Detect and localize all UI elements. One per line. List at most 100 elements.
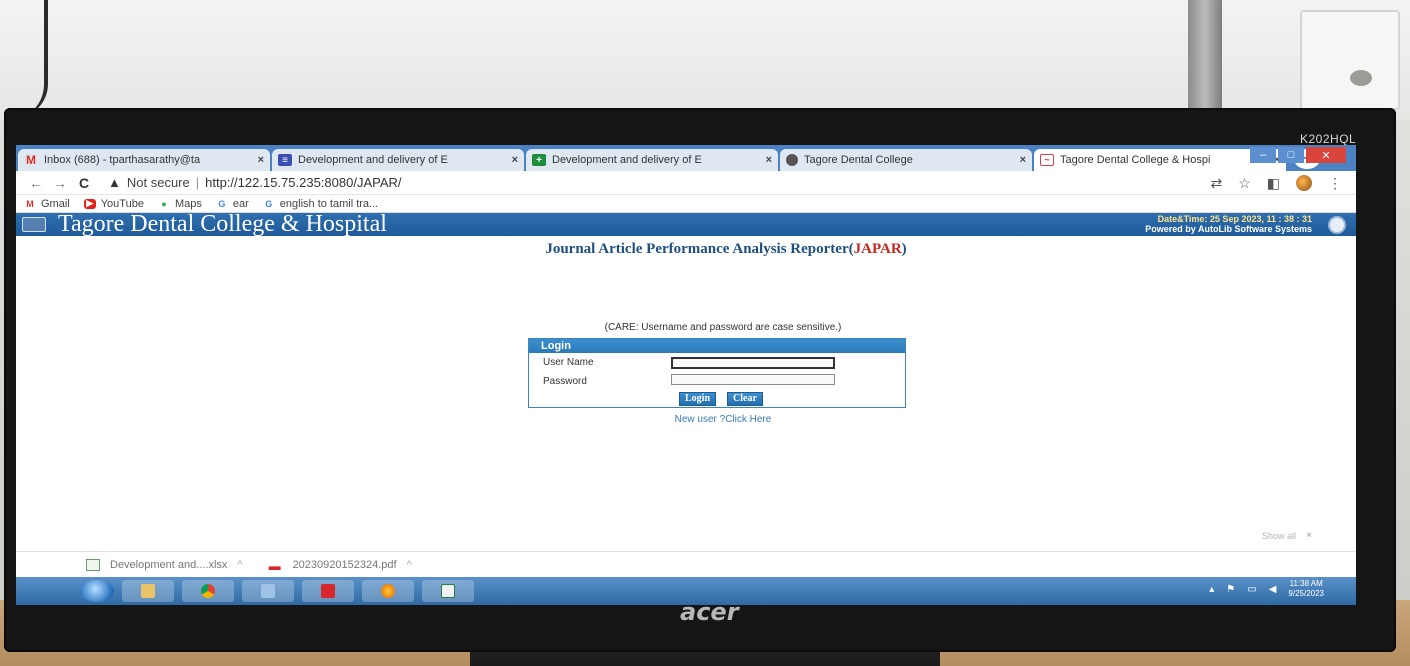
folder-icon xyxy=(141,584,155,598)
download-filename: Development and....xlsx xyxy=(110,558,228,571)
app-title-suffix: ) xyxy=(901,241,907,257)
address-bar[interactable]: http://122.15.75.235:8080/JAPAR/ xyxy=(205,175,401,190)
site-header: Tagore Dental College & Hospital Date&Ti… xyxy=(16,211,1356,237)
browser-toolbar: ← → C ▲ Not secure | http://122.15.75.23… xyxy=(16,171,1356,195)
tab-label: Tagore Dental College & Hospi xyxy=(1060,154,1211,166)
youtube-icon: ▶ xyxy=(83,198,96,209)
taskbar-app[interactable] xyxy=(242,580,294,602)
login-form: Login User Name Password Login Clear xyxy=(528,338,906,408)
volume-icon[interactable]: ◀ xyxy=(1269,584,1277,595)
tab-gmail[interactable]: M Inbox (688) - tparthasarathy@ta × xyxy=(18,149,270,171)
flag-icon[interactable]: ⚑ xyxy=(1226,584,1235,595)
chevron-up-icon[interactable]: ^ xyxy=(407,559,412,571)
profile-avatar[interactable] xyxy=(1296,175,1312,191)
taskbar-firefox[interactable] xyxy=(362,580,414,602)
start-button[interactable] xyxy=(80,580,114,602)
download-item-xlsx[interactable]: Development and....xlsx ^ xyxy=(86,558,243,571)
bookmark-label: Gmail xyxy=(41,197,70,210)
taskbar-excel[interactable] xyxy=(422,580,474,602)
close-window-button[interactable]: ✕ xyxy=(1306,147,1346,163)
sheets-icon: + xyxy=(532,154,546,166)
bookmark-label: ear xyxy=(232,197,249,210)
autolib-logo-icon xyxy=(1328,216,1346,234)
security-label[interactable]: Not secure xyxy=(127,175,190,190)
minimize-button[interactable]: – xyxy=(1250,147,1276,163)
maps-icon: ● xyxy=(161,198,167,209)
bookmark-label: Maps xyxy=(174,197,202,210)
bookmark-youtube[interactable]: ▶ YouTube xyxy=(83,198,144,210)
app-title: Journal Article Performance Analysis Rep… xyxy=(16,241,1356,258)
download-bar: Development and....xlsx ^ ▬ 202309201523… xyxy=(16,551,1356,577)
chevron-up-icon[interactable]: ^ xyxy=(237,559,242,571)
app-icon xyxy=(261,584,275,598)
gmail-icon: M xyxy=(26,153,36,167)
warning-icon[interactable]: ▲ xyxy=(108,175,121,190)
forward-button[interactable]: → xyxy=(48,175,72,191)
password-input[interactable] xyxy=(671,374,835,385)
site-title: Tagore Dental College & Hospital xyxy=(58,211,387,237)
menu-icon[interactable]: ⋮ xyxy=(1328,175,1342,192)
chrome-icon xyxy=(201,584,215,598)
tab-label: Development and delivery of E xyxy=(298,154,448,166)
bookmark-star-icon[interactable]: ☆ xyxy=(1238,175,1251,192)
clock-time: 11:38 AM xyxy=(1289,579,1323,588)
bookmark-gmail[interactable]: M Gmail xyxy=(24,197,70,210)
excel-icon xyxy=(441,584,455,598)
taskbar-chrome[interactable] xyxy=(182,580,234,602)
close-downloads-icon[interactable]: × xyxy=(1306,530,1312,541)
datetime-label: Date&Time: 25 Sep 2023, 11 : 38 : 31 xyxy=(1157,214,1312,224)
username-input[interactable] xyxy=(671,357,835,369)
side-panel-icon[interactable]: ◧ xyxy=(1267,175,1280,192)
translate-icon[interactable]: ⇄ xyxy=(1210,175,1222,192)
system-tray: ▴ ⚑ ▭ ◀ 11:38 AM 9/25/2023 xyxy=(1209,579,1324,599)
globe-icon xyxy=(786,154,798,166)
login-button[interactable]: Login xyxy=(679,392,717,406)
tray-expand-icon[interactable]: ▴ xyxy=(1209,584,1214,595)
tab-close-icon[interactable]: × xyxy=(1020,154,1026,166)
windows-taskbar: ▴ ⚑ ▭ ◀ 11:38 AM 9/25/2023 xyxy=(16,577,1356,605)
tab-label: Tagore Dental College xyxy=(804,154,913,166)
google-icon: G xyxy=(265,198,273,209)
app-title-abbr: JAPAR xyxy=(853,241,902,257)
download-item-pdf[interactable]: ▬ 20230920152324.pdf ^ xyxy=(269,558,412,573)
show-all-downloads-link[interactable]: Show all xyxy=(1262,531,1296,541)
tab-tagore-hospital-active[interactable]: ~ Tagore Dental College & Hospi × xyxy=(1034,149,1286,171)
taskbar-explorer[interactable] xyxy=(122,580,174,602)
tab-bar: M Inbox (688) - tparthasarathy@ta × ≡ De… xyxy=(16,145,1356,171)
powered-by-label: Powered by AutoLib Software Systems xyxy=(1145,224,1312,234)
wall-socket xyxy=(1300,10,1400,110)
bookmark-label: english to tamil tra... xyxy=(279,197,379,210)
bookmark-ear[interactable]: G ear xyxy=(216,197,249,210)
monitor-model-label: K202HQL xyxy=(1300,132,1357,146)
reload-button[interactable]: C xyxy=(72,175,96,191)
toolbar-actions: ⇄ ☆ ◧ ⋮ xyxy=(1210,175,1342,192)
password-label: Password xyxy=(543,376,587,387)
tab-label: Development and delivery of E xyxy=(552,154,702,166)
page-icon: ~ xyxy=(1040,154,1054,166)
bookmark-maps[interactable]: ● Maps xyxy=(158,198,202,210)
tab-close-icon[interactable]: × xyxy=(512,154,518,166)
maximize-button[interactable]: □ xyxy=(1278,147,1304,163)
screen: M Inbox (688) - tparthasarathy@ta × ≡ De… xyxy=(16,145,1356,605)
clear-button[interactable]: Clear xyxy=(727,392,763,406)
page-content: Tagore Dental College & Hospital Date&Ti… xyxy=(16,211,1356,551)
clock-date: 9/25/2023 xyxy=(1288,589,1324,598)
tab-label: Inbox (688) - tparthasarathy@ta xyxy=(44,154,201,166)
bookmark-english-to-tamil[interactable]: G english to tamil tra... xyxy=(263,198,378,210)
system-clock[interactable]: 11:38 AM 9/25/2023 xyxy=(1288,579,1324,599)
google-icon: G xyxy=(218,198,226,209)
excel-file-icon xyxy=(86,558,100,571)
taskbar-acrobat[interactable] xyxy=(302,580,354,602)
tab-close-icon[interactable]: × xyxy=(766,154,772,166)
back-button[interactable]: ← xyxy=(24,175,48,191)
tab-forms[interactable]: ≡ Development and delivery of E × xyxy=(272,149,524,171)
download-filename: 20230920152324.pdf xyxy=(292,558,397,571)
tab-sheets[interactable]: + Development and delivery of E × xyxy=(526,149,778,171)
username-label: User Name xyxy=(543,357,594,368)
tab-tagore-college[interactable]: Tagore Dental College × xyxy=(780,149,1032,171)
new-user-link[interactable]: New user ?Click Here xyxy=(16,414,1356,425)
tab-close-icon[interactable]: × xyxy=(258,154,264,166)
socket-hole xyxy=(1350,70,1372,86)
network-icon[interactable]: ▭ xyxy=(1247,584,1256,595)
login-heading: Login xyxy=(529,339,905,353)
